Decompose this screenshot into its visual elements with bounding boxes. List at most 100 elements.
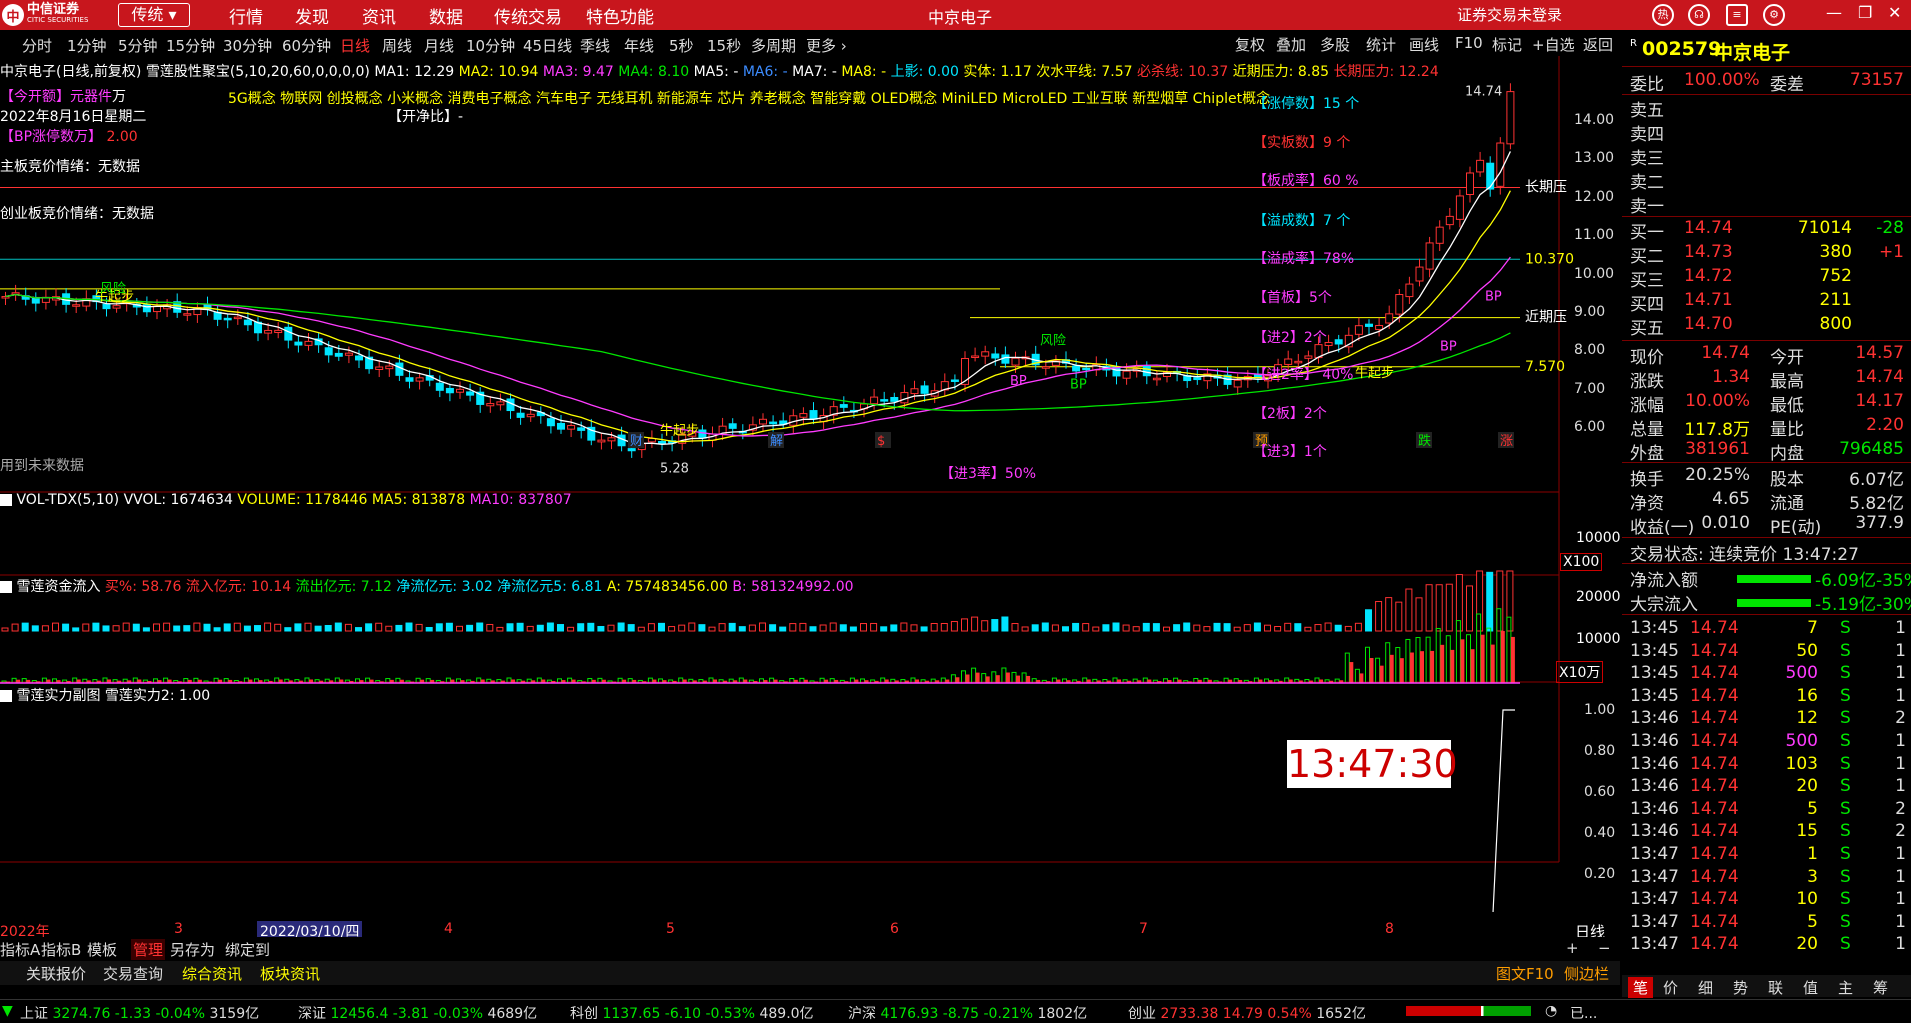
event-mark[interactable]: 财 — [630, 434, 643, 449]
volume-bar — [900, 622, 908, 632]
tab-indicator-a[interactable]: 指标A — [0, 939, 40, 960]
volume-bar — [1314, 624, 1322, 632]
tab-trade-query[interactable]: 交易查询 — [103, 963, 163, 984]
tab-indicator-b[interactable]: 指标B — [41, 939, 81, 960]
minimize-icon[interactable]: — — [1826, 3, 1842, 22]
quote-tab[interactable]: 联 — [1768, 977, 1783, 998]
volume-bar — [1243, 624, 1251, 632]
tab-bind-to[interactable]: 绑定到 — [225, 939, 270, 960]
period-10min[interactable]: 10分钟 — [466, 35, 515, 56]
flow-bar-out — [961, 670, 966, 684]
quote-tab[interactable]: 主 — [1838, 977, 1853, 998]
flow-bar-in — [1389, 654, 1394, 683]
weibi-label: 委比 — [1630, 75, 1664, 95]
period-fenshi[interactable]: 分时 — [22, 35, 52, 56]
tick-volume: 20 — [1796, 934, 1818, 955]
tab-sector-news[interactable]: 板块资讯 — [260, 963, 320, 984]
menu-features[interactable]: 特色功能 — [586, 3, 654, 28]
menu-quotes[interactable]: 行情 — [229, 3, 263, 28]
indicator-name[interactable]: 雪莲股性聚宝(5,10,20,60,0,0,0,0) — [146, 64, 370, 80]
period-5min[interactable]: 5分钟 — [118, 35, 158, 56]
close-icon[interactable]: ✕ — [1888, 3, 1901, 22]
tool-overlay[interactable]: 叠加 — [1276, 34, 1306, 55]
zoom-out-icon[interactable]: − — [1598, 939, 1611, 957]
event-mark[interactable]: 解 — [770, 434, 783, 449]
menu-news[interactable]: 资讯 — [362, 3, 396, 28]
tab-sidebar[interactable]: 侧边栏 — [1564, 963, 1609, 984]
login-status[interactable]: 证券交易未登录 — [1457, 4, 1562, 25]
period-1min[interactable]: 1分钟 — [67, 35, 107, 56]
period-weekly[interactable]: 周线 — [382, 35, 412, 56]
tool-mark[interactable]: 标记 — [1492, 34, 1522, 55]
flame-icon[interactable]: 热 — [1652, 4, 1674, 26]
quote-tab[interactable]: 势 — [1733, 977, 1748, 998]
period-45day[interactable]: 45日线 — [523, 35, 572, 56]
event-mark[interactable]: 涨 — [1500, 434, 1513, 449]
period-daily[interactable]: 日线 — [340, 35, 370, 56]
headset-icon[interactable]: ☊ — [1688, 4, 1710, 26]
flow-bar-in — [1399, 658, 1404, 683]
tool-multistock[interactable]: 多股 — [1320, 34, 1350, 55]
flow-bar-out — [1415, 637, 1421, 684]
price-tick: 9.00 — [1574, 303, 1606, 320]
volume-bar — [627, 624, 635, 632]
tab-save-as[interactable]: 另存为 — [170, 939, 215, 960]
menu-data[interactable]: 数据 — [429, 3, 463, 28]
tick-row: 13:47 14.74 1 S 1 — [1622, 844, 1911, 866]
tool-draw[interactable]: 画线 — [1409, 34, 1439, 55]
event-mark[interactable]: 跌 — [1418, 433, 1431, 449]
volume-bar — [264, 622, 272, 632]
quote-tab[interactable]: 筹 — [1873, 977, 1888, 998]
collapse-icon[interactable] — [0, 494, 12, 506]
ma1-value: MA1: 12.29 — [374, 64, 455, 80]
volume-bar — [1072, 622, 1080, 632]
power-indicator-name[interactable]: 雪莲实力副图 — [16, 688, 100, 704]
tool-stats[interactable]: 统计 — [1366, 34, 1396, 55]
restore-icon[interactable]: ❐ — [1858, 3, 1872, 22]
quote-tab[interactable]: 笔 — [1628, 977, 1654, 998]
flow-indicator-name[interactable]: 雪莲资金流入 — [16, 579, 100, 595]
period-5s[interactable]: 5秒 — [669, 35, 694, 56]
stoploss-value: 必杀线: 10.37 — [1136, 64, 1229, 80]
index-sz[interactable]: 深证 12456.4 -3.81 -0.03% 4689亿 — [298, 1003, 537, 1023]
quote-tab[interactable]: 细 — [1698, 977, 1713, 998]
menu-discover[interactable]: 发现 — [295, 3, 329, 28]
tick-price: 14.74 — [1690, 663, 1739, 684]
mode-select[interactable]: 传统 ▾ — [118, 3, 190, 27]
volume-bar — [193, 622, 201, 632]
tab-f10[interactable]: 图文F10 — [1496, 963, 1554, 984]
tool-f10[interactable]: F10 — [1455, 34, 1483, 52]
period-60min[interactable]: 60分钟 — [282, 35, 331, 56]
vol-indicator-name[interactable]: VOL-TDX(5,10) — [16, 492, 119, 508]
tab-related-quotes[interactable]: 关联报价 — [26, 963, 86, 984]
period-multi[interactable]: 多周期 — [751, 35, 796, 56]
index-cy[interactable]: 创业 2733.38 14.79 0.54% 1652亿 — [1128, 1003, 1366, 1023]
index-name: 上证 — [20, 1006, 53, 1022]
period-15s[interactable]: 15秒 — [707, 35, 741, 56]
list-icon[interactable]: ≡ — [1726, 4, 1748, 26]
menu-trade[interactable]: 传统交易 — [494, 3, 562, 28]
index-sh[interactable]: 上证 3274.76 -1.33 -0.04% 3159亿 — [20, 1003, 259, 1023]
period-30min[interactable]: 30分钟 — [223, 35, 272, 56]
tab-news[interactable]: 综合资讯 — [182, 963, 242, 984]
index-hs[interactable]: 沪深 4176.93 -8.75 -0.21% 1802亿 — [848, 1003, 1087, 1023]
index-kc[interactable]: 科创 1137.65 -6.10 -0.53% 489.0亿 — [570, 1003, 814, 1023]
tab-template[interactable]: 模板 — [87, 939, 117, 960]
tab-manage[interactable]: 管理 — [131, 939, 166, 960]
info-value: 14.57 — [1855, 343, 1904, 363]
zoom-in-icon[interactable]: + — [1566, 939, 1579, 957]
quote-tab[interactable]: 值 — [1803, 977, 1818, 998]
quote-tab[interactable]: 价 — [1663, 977, 1678, 998]
period-more[interactable]: 更多 › — [806, 35, 847, 56]
period-15min[interactable]: 15分钟 — [166, 35, 215, 56]
tool-add-watch[interactable]: +自选 — [1532, 34, 1575, 55]
period-quarter[interactable]: 季线 — [580, 35, 610, 56]
collapse-icon[interactable] — [0, 581, 12, 593]
collapse-icon[interactable] — [0, 690, 12, 702]
event-mark[interactable]: $ — [877, 434, 885, 449]
period-monthly[interactable]: 月线 — [424, 35, 454, 56]
tool-adjust[interactable]: 复权 — [1235, 34, 1265, 55]
tool-back[interactable]: 返回 — [1583, 34, 1613, 55]
gear-icon[interactable]: ⚙ — [1763, 4, 1785, 26]
period-year[interactable]: 年线 — [624, 35, 654, 56]
